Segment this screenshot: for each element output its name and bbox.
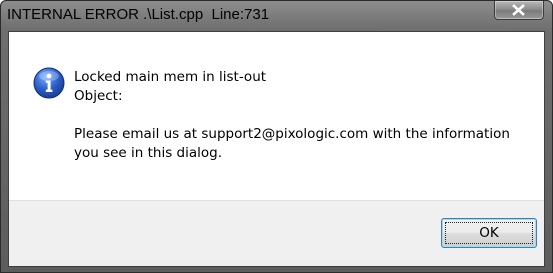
close-button[interactable] xyxy=(494,1,544,20)
dialog-window: INTERNAL ERROR .\List.cpp Line:731 Locke… xyxy=(0,0,553,273)
ok-button-label: OK xyxy=(479,225,499,241)
error-message: Locked main mem in list-out Object: Plea… xyxy=(74,68,534,163)
message-line-object: Object: xyxy=(74,88,123,104)
info-icon xyxy=(33,67,65,99)
ok-button[interactable]: OK xyxy=(441,218,537,248)
dialog-client-area: Locked main mem in list-out Object: Plea… xyxy=(8,31,545,267)
close-icon xyxy=(512,4,525,16)
message-line-error: Locked main mem in list-out xyxy=(74,69,267,85)
window-title: INTERNAL ERROR .\List.cpp Line:731 xyxy=(7,6,270,23)
message-line-info: you see in this dialog. xyxy=(74,145,223,161)
message-spacer xyxy=(74,106,534,125)
message-area: Locked main mem in list-out Object: Plea… xyxy=(9,32,544,200)
button-bar: OK xyxy=(9,200,544,266)
message-line-email: Please email us at support2@pixologic.co… xyxy=(74,126,510,142)
title-bar[interactable]: INTERNAL ERROR .\List.cpp Line:731 xyxy=(1,1,552,31)
